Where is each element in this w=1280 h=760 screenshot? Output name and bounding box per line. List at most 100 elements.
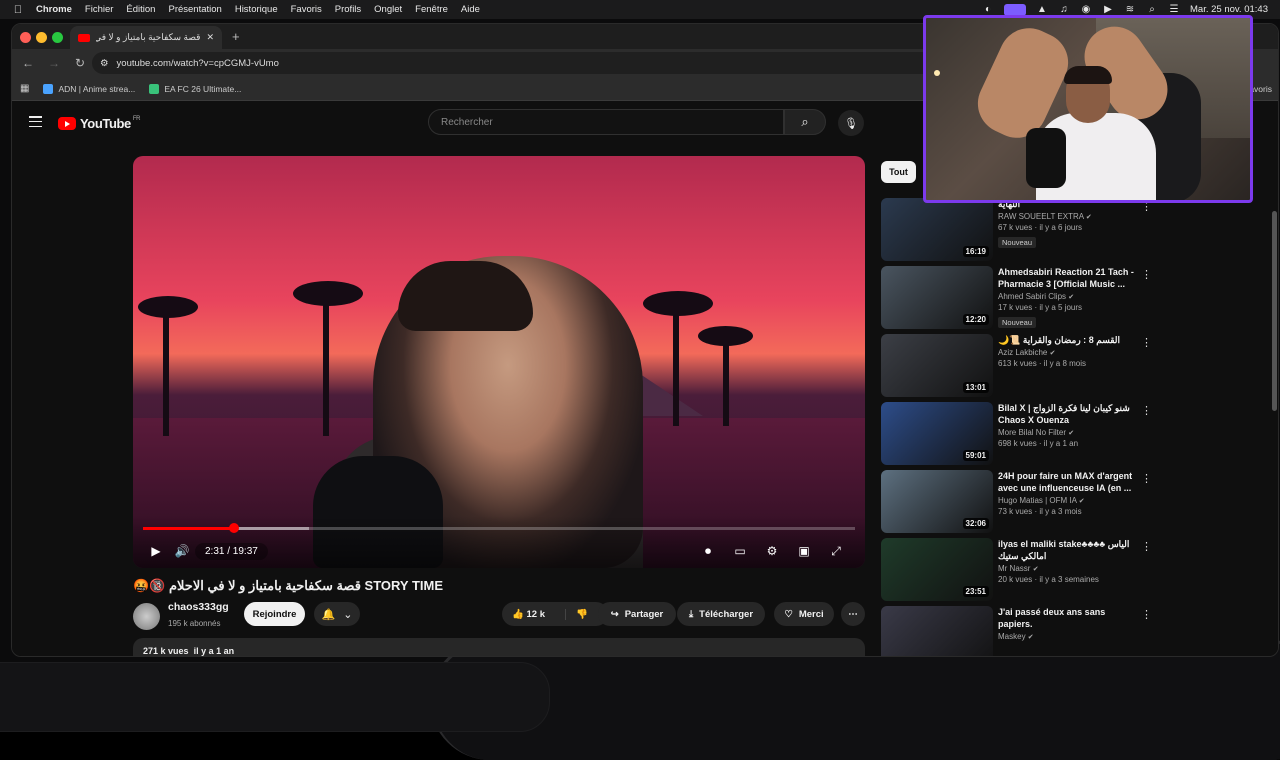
new-tab-icon[interactable]: + (232, 29, 240, 44)
video-thumbnail[interactable]: 13:01 (881, 334, 993, 397)
recommendation-title[interactable]: ilyas el maliki stake♣♣♣♣ الياس امالكي س… (998, 538, 1138, 562)
channel-name[interactable]: chaos333gg (168, 601, 229, 613)
recommendation-item[interactable]: 12:20 Ahmedsabiri Reaction 21 Tach - Phar… (881, 266, 1152, 330)
more-options-icon[interactable]: ⋮ (1141, 608, 1152, 621)
close-tab-icon[interactable]: ✕ (206, 32, 214, 43)
dislike-button[interactable]: 👎 (564, 608, 588, 620)
menu-icon[interactable] (29, 116, 42, 127)
recommendation-title[interactable]: 🌙📜 القسم 8 : رمضان والقراية (998, 334, 1138, 346)
recommendation-item[interactable]: 13:01 🌙📜 القسم 8 : رمضان والقراية Aziz Lak… (881, 334, 1152, 398)
notifications-button[interactable]: 🔔 ⌄ (314, 602, 360, 626)
description-box[interactable]: 271 k vues il y a 1 an (133, 638, 865, 656)
youtube-logo[interactable]: YouTube FR (58, 116, 141, 131)
recommendation-channel[interactable]: Aziz Lakbiche ✔ (998, 348, 1138, 357)
site-info-icon[interactable]: ⚙ (100, 58, 109, 69)
recommendation-item[interactable]: 16:19 النهاية RAW SOUEELT EXTRA ✔ 67 k vues… (881, 198, 1152, 262)
browser-tab[interactable]: قصة سكفاحية بامتياز و لا في الاحلام ✕ (70, 26, 222, 49)
palm-leaves (138, 296, 198, 318)
video-thumbnail[interactable] (881, 606, 993, 656)
menubar-clock[interactable]: Mar. 25 nov. 01:43 (1190, 4, 1268, 15)
voice-search-button[interactable]: 🎙 (838, 110, 864, 136)
recommendation-channel[interactable]: RAW SOUEELT EXTRA ✔ (998, 212, 1138, 221)
bookmark-eafc[interactable]: EA FC 26 Ultimate... (149, 83, 241, 94)
close-window-button[interactable] (20, 32, 31, 43)
control-center-icon[interactable]: ☰ (1168, 4, 1180, 15)
menu-profils[interactable]: Profils (335, 4, 361, 15)
recommendation-item[interactable]: 32:06 24H pour faire un MAX d'argent avec… (881, 470, 1152, 534)
apple-icon[interactable]:  (12, 4, 24, 16)
video-player[interactable]: ▶ 🔊 2:31 / 19:37 ⏺ ▭ ⚙ ▣ ⤢ (133, 156, 865, 568)
chip-all[interactable]: Tout (881, 161, 916, 183)
video-thumbnail[interactable]: 12:20 (881, 266, 993, 329)
recommendation-channel[interactable]: More Bilal No Filter ✔ (998, 428, 1138, 437)
play-button[interactable]: ▶ (143, 540, 169, 562)
more-options-icon[interactable]: ⋮ (1141, 472, 1152, 485)
menu-historique[interactable]: Historique (235, 4, 278, 15)
more-options-icon[interactable]: ⋮ (1141, 404, 1152, 417)
bookmark-adn[interactable]: ADN | Anime strea... (43, 83, 135, 94)
recommendation-title[interactable]: 24H pour faire un MAX d'argent avec une … (998, 470, 1138, 494)
verified-icon: ✔ (1027, 634, 1034, 641)
fullscreen-icon[interactable]: ⤢ (823, 540, 849, 562)
search-status-icon[interactable]: ⌕ (1146, 4, 1158, 15)
share-button[interactable]: ↪ Partager (598, 602, 676, 626)
recommendation-channel[interactable]: Mr Nassr ✔ (998, 564, 1138, 573)
theater-mode-icon[interactable]: ▣ (791, 540, 817, 562)
apps-grid-icon[interactable]: ▦ (20, 83, 29, 94)
recommendation-channel[interactable]: Hugo Matias | OFM IA ✔ (998, 496, 1138, 505)
recommendation-title[interactable]: J'ai passé deux ans sans papiers. (998, 606, 1138, 630)
recommendation-item[interactable]: J'ai passé deux ans sans papiers. Maskey … (881, 606, 1152, 656)
download-button[interactable]: ⤓ Télécharger (677, 602, 765, 626)
video-thumbnail[interactable]: 59:01 (881, 402, 993, 465)
play-status-icon[interactable]: ▶ (1102, 4, 1114, 15)
reload-icon[interactable]: ↻ (70, 56, 90, 70)
volume-icon[interactable]: 🔊 (169, 540, 195, 562)
status-app-icon[interactable]: ◐ (982, 4, 994, 15)
screen-record-icon[interactable] (1004, 3, 1026, 16)
media-icon[interactable]: ◉ (1080, 4, 1092, 15)
palm-leaves (698, 326, 753, 346)
menu-fenetre[interactable]: Fenêtre (415, 4, 448, 15)
like-button[interactable]: 👍 12 k (512, 609, 545, 620)
wifi-icon[interactable]: ≋ (1124, 4, 1136, 15)
forward-arrow-icon[interactable]: → (44, 56, 64, 70)
more-options-icon[interactable]: ⋮ (1141, 336, 1152, 349)
menu-onglet[interactable]: Onglet (374, 4, 402, 15)
recommendation-title[interactable]: Ahmedsabiri Reaction 21 Tach - Pharmacie… (998, 266, 1138, 290)
video-thumbnail[interactable]: 16:19 (881, 198, 993, 261)
more-actions-button[interactable]: ⋯ (841, 602, 865, 626)
autoplay-toggle[interactable]: ⏺ (695, 540, 721, 562)
recommendation-channel[interactable]: Maskey ✔ (998, 632, 1138, 641)
thanks-button[interactable]: ♡ Merci (774, 602, 834, 626)
recommendation-item[interactable]: 23:51 ilyas el maliki stake♣♣♣♣ الياس اما… (881, 538, 1152, 602)
vpn-icon[interactable]: ▲ (1036, 4, 1048, 15)
more-options-icon[interactable]: ⋮ (1141, 540, 1152, 553)
menu-favoris[interactable]: Favoris (291, 4, 322, 15)
scrollbar[interactable] (1272, 211, 1277, 411)
menu-aide[interactable]: Aide (461, 4, 480, 15)
minimize-window-button[interactable] (36, 32, 47, 43)
menu-edition[interactable]: Édition (126, 4, 155, 15)
settings-gear-icon[interactable]: ⚙ (759, 540, 785, 562)
recommendation-title[interactable]: Bilal X | شنو كيبان لينا فكرة الزواج Cha… (998, 402, 1138, 426)
channel-avatar[interactable] (133, 602, 160, 630)
search-input[interactable]: Rechercher (428, 109, 784, 135)
video-thumbnail[interactable]: 32:06 (881, 470, 993, 533)
scrubber-handle[interactable] (229, 523, 240, 533)
microphone-icon: 🎙 (844, 117, 858, 130)
progress-bar[interactable] (143, 523, 855, 533)
menu-presentation[interactable]: Présentation (168, 4, 221, 15)
zoom-window-button[interactable] (52, 32, 63, 43)
subtitles-icon[interactable]: ▭ (727, 540, 753, 562)
recommendation-item[interactable]: 59:01 Bilal X | شنو كيبان لينا فكرة الزوا… (881, 402, 1152, 466)
menu-app-name[interactable]: Chrome (36, 4, 72, 15)
search-button[interactable]: ⌕ (784, 109, 826, 135)
back-arrow-icon[interactable]: ← (18, 56, 38, 70)
headphones-icon[interactable]: ♫ (1058, 4, 1070, 15)
recommendation-channel[interactable]: Ahmed Sabiri Clips ✔ (998, 292, 1138, 301)
video-title: 🤬🔞 قصة سكفاحية بامتياز و لا في الاحلام S… (133, 578, 444, 593)
menu-fichier[interactable]: Fichier (85, 4, 114, 15)
join-button[interactable]: Rejoindre (244, 602, 305, 626)
more-options-icon[interactable]: ⋮ (1141, 268, 1152, 281)
video-thumbnail[interactable]: 23:51 (881, 538, 993, 601)
